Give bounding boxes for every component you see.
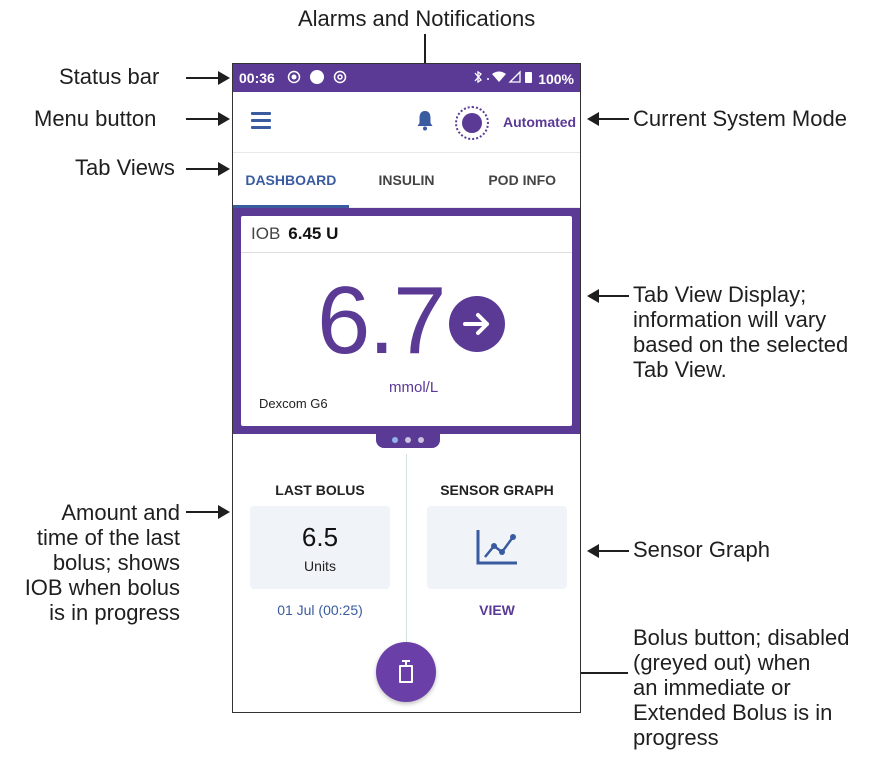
cgm-source: Dexcom G6 <box>259 396 328 411</box>
status-bar: 00:36 100% <box>233 64 580 92</box>
callout-line: information will vary <box>633 307 827 332</box>
menu-button[interactable] <box>251 112 271 129</box>
callout-line: IOB when bolus <box>24 575 180 600</box>
tab-dashboard[interactable]: DASHBOARD <box>233 153 349 208</box>
column-divider <box>406 454 407 642</box>
glucose-unit: mmol/L <box>389 379 439 396</box>
sensor-graph-title: SENSOR GRAPH <box>440 482 554 498</box>
bolus-button[interactable] <box>376 642 436 702</box>
glucose-value: 6.7 <box>317 267 446 374</box>
arrow-tab-view-display <box>587 289 629 303</box>
callout-menu-button: Menu button <box>34 106 157 131</box>
last-bolus-card: 6.5 Units <box>250 506 390 589</box>
top-app-bar: Automated <box>233 92 580 153</box>
sensor-graph-card[interactable] <box>427 506 567 589</box>
arrow-menu-button <box>186 112 230 126</box>
callout-line: Tab View Display; <box>633 282 807 307</box>
last-bolus-title: LAST BOLUS <box>275 482 365 498</box>
status-time: 00:36 <box>239 70 275 86</box>
callout-line: based on the selected <box>633 332 849 357</box>
tab-view-display: IOB 6.45 U 6.7 mmol/L Dexcom G6 <box>233 208 580 448</box>
callout-line: time of the last <box>36 525 180 550</box>
callout-line: (greyed out) when <box>633 650 811 675</box>
callout-alarms: Alarms and Notifications <box>298 6 536 31</box>
callout-status-bar: Status bar <box>59 64 160 89</box>
arrow-system-mode <box>587 112 629 126</box>
trend-arrow-icon[interactable] <box>449 296 505 352</box>
bell-icon[interactable] <box>416 109 434 136</box>
automated-mode-icon <box>455 106 489 140</box>
callout-bolus-button: Bolus button; disabled (greyed out) when… <box>633 625 850 750</box>
sync-icon <box>333 70 347 87</box>
arrow-sensor-graph <box>587 544 629 558</box>
callout-line: is in progress <box>49 600 180 625</box>
iob-label: IOB <box>251 224 281 243</box>
arrow-status-bar <box>186 71 230 85</box>
callout-line: Tab View. <box>633 357 727 382</box>
callout-line: bolus; shows <box>52 550 180 575</box>
tab-bar: DASHBOARD INSULIN POD INFO <box>233 153 580 208</box>
status-right-icons: 100% <box>472 69 574 87</box>
bolus-icon <box>399 660 413 683</box>
last-bolus-unit: Units <box>304 558 336 574</box>
glucose-card: IOB 6.45 U 6.7 mmol/L Dexcom G6 <box>241 216 572 426</box>
circle-icon <box>309 69 325 88</box>
arrow-last-bolus <box>186 505 230 519</box>
battery-text: 100% <box>538 70 574 87</box>
tab-pod-info[interactable]: POD INFO <box>464 153 580 207</box>
line-chart-icon <box>476 530 517 565</box>
callout-line: Bolus button; disabled <box>633 625 850 650</box>
iob-value: 6.45 U <box>288 224 339 243</box>
callout-line: Amount and <box>61 500 180 525</box>
record-icon <box>287 70 301 87</box>
system-mode-label: Automated <box>503 114 577 130</box>
callout-line: progress <box>633 725 719 750</box>
view-graph-link[interactable]: VIEW <box>427 602 567 618</box>
bluetooth-wifi-signal-icon <box>474 69 533 83</box>
phone-screen: 00:36 100% Automated DASHBOARD INSULIN P… <box>232 63 581 713</box>
callout-line: an immediate or <box>633 675 791 700</box>
callout-sensor-graph: Sensor Graph <box>633 537 770 562</box>
arrow-tab-views <box>186 162 230 176</box>
callout-tab-view-display: Tab View Display; information will vary … <box>633 282 848 382</box>
iob-bar: IOB 6.45 U <box>241 216 572 253</box>
last-bolus-amount: 6.5 <box>301 522 339 552</box>
last-bolus-time: 01 Jul (00:25) <box>277 602 363 618</box>
callout-tab-views: Tab Views <box>75 155 175 180</box>
tab-insulin[interactable]: INSULIN <box>349 153 465 207</box>
callout-system-mode: Current System Mode <box>633 106 847 131</box>
callout-line: Extended Bolus is in <box>633 700 833 725</box>
callout-last-bolus: Amount and time of the last bolus; shows… <box>0 500 180 625</box>
